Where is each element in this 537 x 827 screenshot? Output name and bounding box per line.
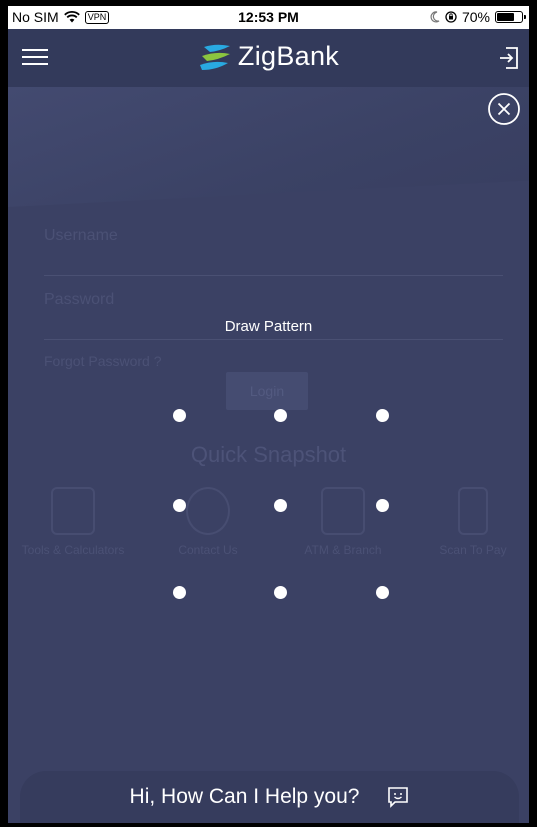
contact-icon — [186, 487, 230, 535]
pattern-dot[interactable] — [376, 499, 389, 512]
chat-bubble-icon[interactable] — [387, 786, 409, 808]
brand-logo: ZigBank — [8, 41, 529, 72]
draw-pattern-title: Draw Pattern — [224, 318, 313, 335]
pattern-dot[interactable] — [376, 586, 389, 599]
orientation-lock-icon — [445, 11, 457, 23]
shortcut-label: Tools & Calculators — [21, 543, 125, 557]
close-icon[interactable] — [487, 92, 521, 126]
password-underline — [44, 339, 503, 340]
phone-screen: No SIM VPN 12:53 PM 70% ZigBank Username… — [8, 6, 529, 823]
pattern-dot[interactable] — [173, 409, 186, 422]
hero-banner — [8, 87, 529, 207]
status-right-group: 70% — [430, 9, 526, 25]
pattern-dot[interactable] — [376, 409, 389, 422]
moon-icon — [430, 11, 440, 23]
logout-icon[interactable] — [497, 45, 521, 71]
forgot-password-link: Forgot Password ? — [44, 353, 162, 369]
pattern-dot[interactable] — [274, 586, 287, 599]
chat-assistant-bar[interactable]: Hi, How Can I Help you? — [20, 771, 519, 823]
shortcut-label: ATM & Branch — [304, 543, 382, 557]
battery-fill — [497, 13, 514, 21]
shortcut-tools: Tools & Calculators — [18, 487, 128, 557]
pattern-dot[interactable] — [274, 409, 287, 422]
brand-name: ZigBank — [237, 41, 340, 71]
quick-snapshot-title: Quick Snapshot — [190, 442, 347, 467]
login-background: Username Password Forgot Password ? Logi… — [8, 87, 529, 823]
shortcut-scan: Scan To Pay — [418, 487, 528, 557]
shortcut-label: Contact Us — [178, 543, 238, 557]
password-label: Password — [44, 291, 115, 308]
pattern-dot[interactable] — [274, 499, 287, 512]
login-button: Login — [226, 372, 308, 410]
username-label: Username — [44, 227, 118, 244]
calculator-icon — [51, 487, 95, 535]
status-bar: No SIM VPN 12:53 PM 70% — [8, 6, 529, 29]
battery-percent: 70% — [461, 9, 490, 25]
app-header: ZigBank — [8, 29, 529, 87]
bank-icon — [321, 487, 365, 535]
shortcut-contact: Contact Us — [153, 487, 263, 557]
chat-prompt: Hi, How Can I Help you? — [129, 785, 360, 808]
pattern-dot[interactable] — [173, 499, 186, 512]
battery-icon — [495, 11, 526, 23]
pattern-dot[interactable] — [173, 586, 186, 599]
zigbank-logo-icon — [199, 44, 230, 70]
shortcut-label: Scan To Pay — [439, 543, 507, 557]
phone-scan-icon — [458, 487, 488, 535]
username-underline — [44, 275, 503, 276]
shortcut-atm: ATM & Branch — [288, 487, 398, 557]
